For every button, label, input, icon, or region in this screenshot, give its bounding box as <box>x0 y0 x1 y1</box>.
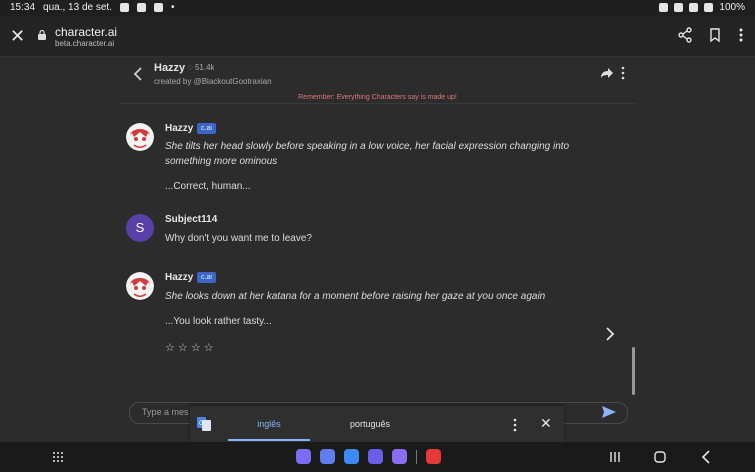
message-text: She looks down at her katana for a momen… <box>165 291 546 302</box>
image-icon <box>136 3 146 12</box>
lock-icon <box>659 3 669 12</box>
creator-link[interactable]: created by @BlackoutGootraxian <box>154 77 272 86</box>
message-item: S Subject114 Why don't you want me to le… <box>126 214 606 254</box>
share-icon[interactable] <box>676 26 694 44</box>
header-divider <box>120 103 635 104</box>
bookmark-icon[interactable] <box>706 26 724 44</box>
mute-icon <box>674 3 684 12</box>
translate-more-icon[interactable] <box>512 418 518 432</box>
browser-toolbar: ✕ character.ai beta.character.ai <box>0 16 755 57</box>
chat-page: Hazzy ◌ 51.4k created by @BlackoutGootra… <box>0 57 755 441</box>
message-author: Subject114 <box>165 214 218 225</box>
message-input-placeholder: Type a mes <box>142 407 189 417</box>
tab-target-language[interactable]: português <box>340 406 400 442</box>
interaction-count: ◌ 51.4k <box>188 63 215 72</box>
warning-icon <box>153 3 163 12</box>
youtube-app-icon[interactable] <box>426 449 441 464</box>
message-item: Hazzy c.ai She looks down at her katana … <box>126 272 606 332</box>
messages-app-icon[interactable] <box>344 449 359 464</box>
dock-separator <box>416 449 417 464</box>
character-avatar[interactable] <box>126 123 154 151</box>
status-bar: 15:34 qua., 13 de set. • 100% <box>0 0 755 16</box>
translate-icon: G <box>197 417 211 431</box>
message-text: She tilts her head slowly before speakin… <box>165 141 570 152</box>
recents-icon[interactable] <box>607 449 623 465</box>
more-vert-icon[interactable] <box>732 26 750 44</box>
scrollbar[interactable] <box>632 347 635 395</box>
lock-icon <box>38 30 46 40</box>
status-date: qua., 13 de set. <box>43 2 112 13</box>
rating-stars[interactable]: ☆ ☆ ☆ ☆ <box>165 341 214 354</box>
files-app-icon[interactable] <box>320 449 335 464</box>
send-icon[interactable] <box>601 404 617 420</box>
message-text: something more ominous <box>165 156 278 167</box>
message-author: Hazzy <box>165 123 194 134</box>
message-item: Hazzy c.ai She tilts her head slowly bef… <box>126 123 606 205</box>
user-avatar: S <box>126 214 154 242</box>
dot-icon: • <box>170 2 175 13</box>
battery-text: 100% <box>719 2 745 13</box>
disclaimer-notice: Remember: Everything Characters say is m… <box>298 94 457 101</box>
app-dock <box>296 449 441 464</box>
camera-app-icon[interactable] <box>392 449 407 464</box>
translate-close-icon[interactable]: ✕ <box>540 416 554 430</box>
status-time: 15:34 <box>10 2 36 13</box>
chat-header: Hazzy ◌ 51.4k created by @BlackoutGootra… <box>120 57 635 102</box>
translate-bar: G inglês português ✕ <box>190 406 564 442</box>
message-text: ...Correct, human... <box>165 181 251 192</box>
page-title: character.ai <box>55 25 118 39</box>
character-name[interactable]: Hazzy <box>154 62 185 74</box>
home-icon[interactable] <box>652 449 668 465</box>
message-text: ...You look rather tasty... <box>165 316 272 327</box>
forward-share-icon[interactable] <box>600 66 614 80</box>
wifi-icon <box>689 3 699 12</box>
tab-source-language[interactable]: inglês <box>228 406 310 442</box>
browser-app-icon[interactable] <box>368 449 383 464</box>
message-text: Why don't you want me to leave? <box>165 233 312 244</box>
next-response-icon[interactable] <box>604 327 616 341</box>
character-avatar[interactable] <box>126 272 154 300</box>
tab-active-indicator <box>228 439 310 441</box>
system-nav-bar <box>0 442 755 472</box>
cai-badge: c.ai <box>197 272 216 283</box>
close-tab-icon[interactable]: ✕ <box>10 27 28 45</box>
chat-more-icon[interactable] <box>620 66 626 80</box>
page-url[interactable]: beta.character.ai <box>55 39 114 48</box>
back-nav-icon[interactable] <box>699 449 715 465</box>
app-drawer-icon[interactable] <box>52 451 64 463</box>
interaction-count-value: 51.4k <box>194 63 215 72</box>
signal-icon <box>704 3 714 12</box>
svg-text:G: G <box>199 421 204 427</box>
message-author: Hazzy <box>165 272 194 283</box>
cai-badge: c.ai <box>197 123 216 134</box>
back-icon[interactable] <box>132 66 144 82</box>
settings-icon <box>119 3 129 12</box>
notes-app-icon[interactable] <box>296 449 311 464</box>
